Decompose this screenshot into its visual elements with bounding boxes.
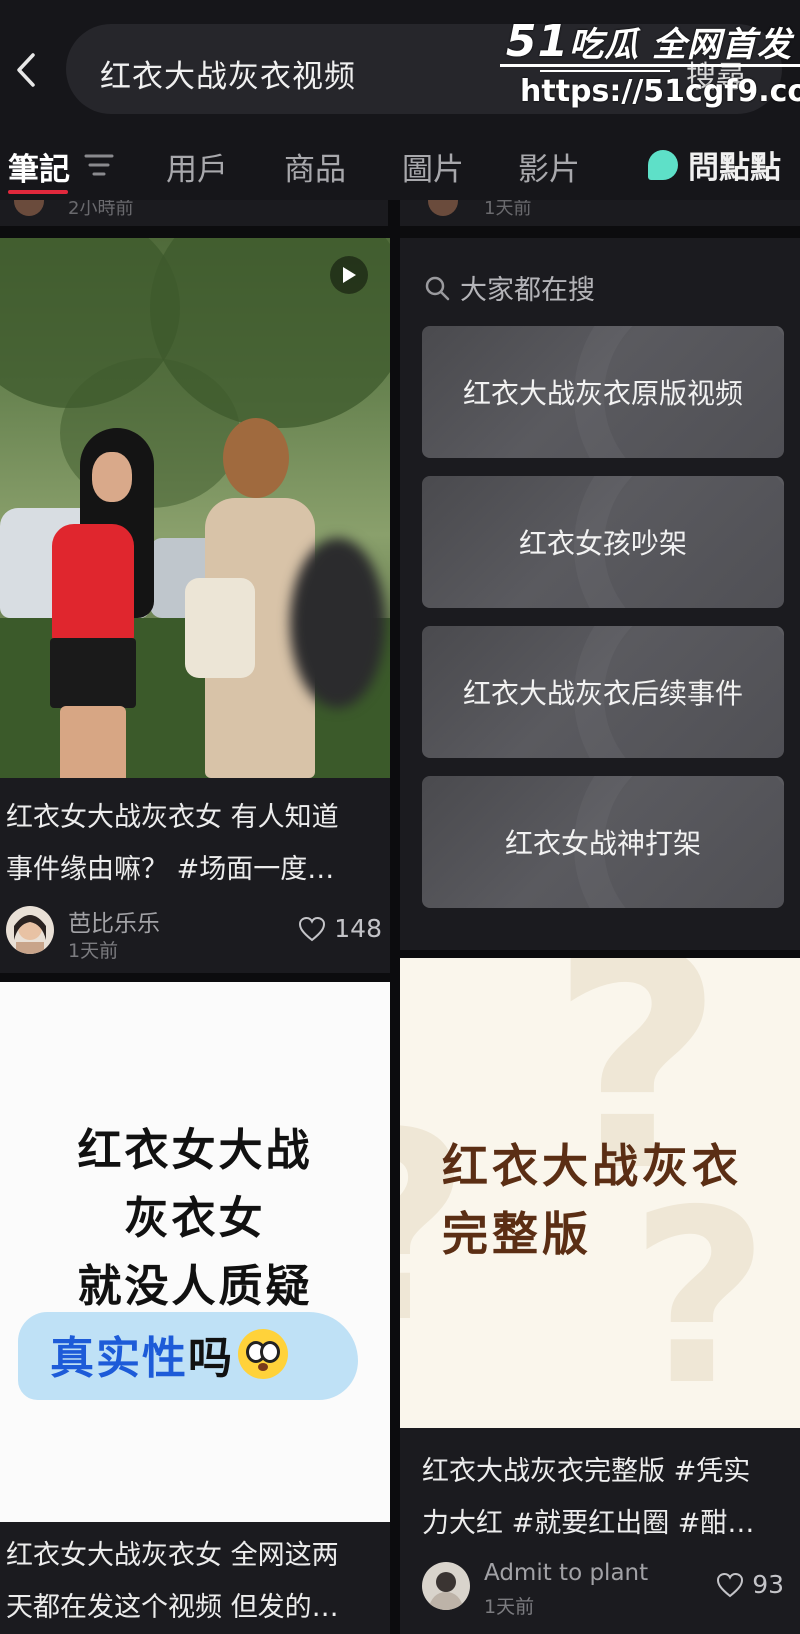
avatar bbox=[428, 200, 458, 216]
trending-item[interactable]: 红衣女孩吵架 bbox=[422, 476, 784, 608]
note-card[interactable]: ? ? ? 红衣大战灰衣 完整版 红衣大战灰衣完整版 #凭实 力大红 #就要红出… bbox=[400, 958, 800, 1634]
avatar[interactable] bbox=[6, 906, 54, 954]
cover-highlight-line: 真实性吗 bbox=[50, 1322, 288, 1386]
result-tabs: 筆記 用戶 商品 圖片 影片 問點點 bbox=[0, 130, 800, 200]
question-mark-pattern: ? bbox=[630, 1158, 770, 1428]
trending-heading-label: 大家都在搜 bbox=[460, 275, 595, 306]
partial-previous-row: 2小時前 1天前 bbox=[0, 200, 800, 226]
trending-searches-card: 大家都在搜 红衣大战灰衣原版视频 红衣女孩吵架 红衣大战灰衣后续事件 红衣女战神… bbox=[400, 238, 800, 950]
like-count: 93 bbox=[752, 1570, 784, 1599]
avatar bbox=[14, 200, 44, 216]
trending-heading: 大家都在搜 bbox=[424, 268, 595, 307]
video-thumbnail[interactable] bbox=[0, 238, 390, 778]
like-count: 148 bbox=[334, 914, 382, 943]
tab-videos[interactable]: 影片 bbox=[518, 144, 580, 189]
chat-bubble-icon bbox=[648, 149, 678, 180]
search-query-text: 红衣大战灰衣视频 bbox=[100, 59, 356, 95]
search-button[interactable]: 搜尋 bbox=[686, 52, 746, 96]
note-title: 红衣女大战灰衣女 有人知道 事件缘由嘛？ #场面一度… bbox=[6, 802, 339, 885]
cover-text-line: 就没人质疑 bbox=[77, 1261, 313, 1312]
like-button[interactable]: 93 bbox=[716, 1570, 784, 1599]
note-title: 红衣大战灰衣完整版 #凭实 力大红 #就要红出圈 #酣… bbox=[422, 1456, 755, 1539]
author-name[interactable]: 芭比乐乐 bbox=[68, 904, 160, 938]
post-time: 1天前 bbox=[484, 200, 532, 219]
person-in-red bbox=[40, 428, 154, 778]
search-input[interactable]: 红衣大战灰衣视频 搜尋 bbox=[66, 24, 782, 114]
avatar[interactable] bbox=[422, 1562, 470, 1610]
note-card[interactable]: 红衣女大战灰衣女 有人知道 事件缘由嘛？ #场面一度… 芭比乐乐 1天前 148 bbox=[0, 238, 390, 973]
cover-text-line: 灰衣女 bbox=[124, 1193, 266, 1244]
trending-item[interactable]: 红衣大战灰衣后续事件 bbox=[422, 626, 784, 758]
cover-text-line: 红衣大战灰衣 bbox=[442, 1139, 742, 1193]
trending-item[interactable]: 红衣大战灰衣原版视频 bbox=[422, 326, 784, 458]
cover-text-line: 红衣女大战 bbox=[77, 1125, 313, 1176]
blurred-region bbox=[290, 538, 385, 708]
ask-tab-label: 問點點 bbox=[688, 150, 781, 186]
author-row: Admit to plant 1天前 93 bbox=[422, 1560, 784, 1618]
author-name[interactable]: Admit to plant bbox=[484, 1560, 648, 1586]
post-time: 1天前 bbox=[68, 940, 119, 962]
partial-card-left[interactable]: 2小時前 bbox=[0, 200, 388, 226]
tab-images[interactable]: 圖片 bbox=[402, 144, 464, 189]
cover-text-line: 完整版 bbox=[442, 1207, 592, 1261]
filter-icon[interactable] bbox=[84, 152, 114, 178]
trending-item[interactable]: 红衣女战神打架 bbox=[422, 776, 784, 908]
tab-ask[interactable]: 問點點 bbox=[648, 142, 781, 187]
chevron-left-icon bbox=[17, 53, 35, 87]
post-time: 1天前 bbox=[484, 1596, 535, 1618]
tab-notes[interactable]: 筆記 bbox=[8, 144, 70, 189]
tab-products[interactable]: 商品 bbox=[284, 144, 346, 189]
note-cover-image[interactable]: ? ? ? 红衣大战灰衣 完整版 bbox=[400, 958, 800, 1428]
author-row: 芭比乐乐 1天前 148 bbox=[6, 906, 382, 962]
like-button[interactable]: 148 bbox=[298, 914, 382, 943]
note-card[interactable]: 红衣女大战 灰衣女 就没人质疑 真实性吗 红衣女大战灰衣女 全网这两 天都在发这… bbox=[0, 982, 390, 1634]
heart-icon bbox=[299, 916, 326, 941]
heart-icon bbox=[717, 1572, 744, 1597]
flushed-face-icon bbox=[238, 1329, 288, 1379]
post-time: 2小時前 bbox=[68, 200, 134, 219]
search-icon bbox=[425, 276, 450, 300]
back-button[interactable] bbox=[6, 42, 46, 98]
active-tab-indicator bbox=[8, 190, 68, 194]
play-icon bbox=[330, 256, 368, 294]
top-bar: 红衣大战灰衣视频 搜尋 51吃瓜 全网首发 https://51cgf9.com bbox=[0, 0, 800, 130]
note-title: 红衣女大战灰衣女 全网这两 天都在发这个视频 但发的… bbox=[6, 1540, 339, 1623]
partial-card-right[interactable]: 1天前 bbox=[400, 200, 800, 226]
note-cover-image[interactable]: 红衣女大战 灰衣女 就没人质疑 真实性吗 bbox=[0, 982, 390, 1522]
tab-users[interactable]: 用戶 bbox=[166, 144, 228, 189]
